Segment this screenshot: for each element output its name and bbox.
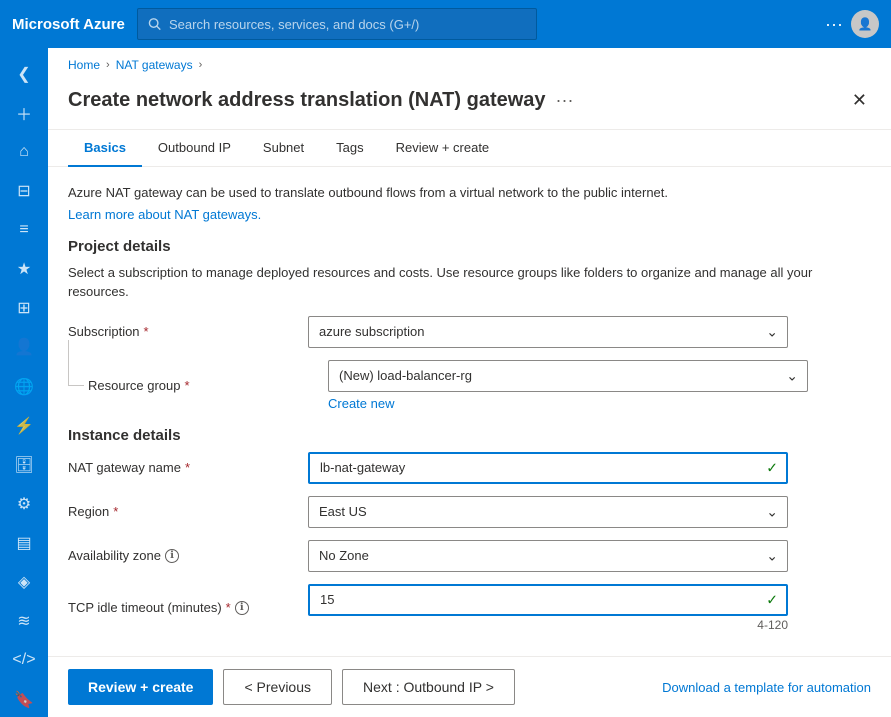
region-row: Region * East US (68, 496, 871, 528)
instance-details-title: Instance details (68, 427, 871, 444)
main-layout: ❮ ＋ ⌂ ⊟ ≡ ★ ⊞ 👤 🌐 ⚡ 🗄 ⚙ ▤ ◈ ≋ </> 🔖 Home… (0, 48, 891, 717)
search-icon (148, 17, 161, 31)
form-area: Azure NAT gateway can be used to transla… (48, 167, 891, 656)
resource-group-container: Resource group * (New) load-balancer-rg … (68, 360, 871, 411)
breadcrumb: Home › NAT gateways › (48, 48, 891, 78)
review-create-button[interactable]: Review + create (68, 669, 213, 705)
region-required: * (113, 504, 118, 519)
dialog-title: Create network address translation (NAT)… (68, 89, 546, 112)
subscription-select[interactable]: azure subscription (308, 316, 788, 348)
nat-gateway-name-input[interactable] (308, 452, 788, 484)
search-input[interactable] (169, 17, 526, 32)
tcp-timeout-required: * (226, 600, 231, 615)
breadcrumb-home[interactable]: Home (68, 58, 100, 72)
tcp-idle-hint: 4-120 (308, 618, 788, 632)
subscription-label: Subscription * (68, 324, 308, 339)
create-new-link[interactable]: Create new (328, 396, 808, 411)
tcp-idle-timeout-row: TCP idle timeout (minutes) * ℹ ✓ 4-120 (68, 584, 871, 632)
nat-gateway-name-check-icon: ✓ (766, 459, 778, 476)
subscription-control: azure subscription (308, 316, 788, 348)
breadcrumb-sep2: › (199, 59, 203, 71)
sidebar-settings[interactable]: ⚙ (2, 486, 46, 521)
tab-tags[interactable]: Tags (320, 130, 379, 167)
tcp-idle-timeout-label: TCP idle timeout (minutes) * ℹ (68, 600, 308, 615)
tcp-idle-timeout-check-icon: ✓ (766, 591, 778, 608)
sidebar-monitor[interactable]: ▤ (2, 526, 46, 561)
nat-name-required: * (185, 460, 190, 475)
tcp-idle-timeout-input[interactable] (308, 584, 788, 616)
nat-gateway-name-label: NAT gateway name * (68, 460, 308, 475)
availability-zone-control: No Zone (308, 540, 788, 572)
project-details-desc: Select a subscription to manage deployed… (68, 263, 871, 302)
footer: Review + create < Previous Next : Outbou… (48, 656, 891, 717)
sidebar-menu[interactable]: ≡ (2, 213, 46, 248)
resource-group-control: (New) load-balancer-rg Create new (328, 360, 808, 411)
sidebar-bookmark[interactable]: 🔖 (2, 682, 46, 717)
region-select[interactable]: East US (308, 496, 788, 528)
next-button[interactable]: Next : Outbound IP > (342, 669, 515, 705)
sidebar-home[interactable]: ⌂ (2, 134, 46, 169)
dialog-more-icon[interactable]: ··· (556, 90, 574, 111)
sidebar-favorites[interactable]: ★ (2, 252, 46, 287)
tab-subnet[interactable]: Subnet (247, 130, 320, 167)
dialog-header: Create network address translation (NAT)… (48, 78, 891, 130)
sidebar-lightning[interactable]: ⚡ (2, 408, 46, 443)
search-bar[interactable] (137, 8, 537, 40)
topbar-right: ··· 👤 (825, 10, 879, 38)
region-control: East US (308, 496, 788, 528)
availability-zone-select-wrapper: No Zone (308, 540, 788, 572)
brand-name: Microsoft Azure (12, 16, 125, 33)
breadcrumb-sep1: › (106, 59, 110, 71)
tab-review-create[interactable]: Review + create (380, 130, 506, 167)
sidebar-dashboard[interactable]: ⊟ (2, 173, 46, 208)
previous-button[interactable]: < Previous (223, 669, 332, 705)
sidebar-database[interactable]: 🗄 (2, 447, 46, 482)
nat-gateway-name-control: ✓ (308, 452, 788, 484)
close-button[interactable]: ✕ (848, 86, 871, 115)
subscription-select-wrapper: azure subscription (308, 316, 788, 348)
availability-zone-select[interactable]: No Zone (308, 540, 788, 572)
content-area: Home › NAT gateways › Create network add… (48, 48, 891, 717)
sidebar-collapse[interactable]: ❮ (2, 56, 46, 91)
tcp-idle-timeout-info-icon[interactable]: ℹ (235, 601, 249, 615)
avatar[interactable]: 👤 (851, 10, 879, 38)
tab-basics[interactable]: Basics (68, 130, 142, 167)
subscription-required: * (144, 324, 149, 339)
sidebar-layers[interactable]: ≋ (2, 604, 46, 639)
availability-zone-label: Availability zone ℹ (68, 548, 308, 563)
tab-outbound-ip[interactable]: Outbound IP (142, 130, 247, 167)
subscription-row: Subscription * azure subscription (68, 316, 871, 348)
sidebar-code[interactable]: </> (2, 643, 46, 678)
dialog-title-row: Create network address translation (NAT)… (68, 89, 574, 112)
sidebar-globe[interactable]: 🌐 (2, 369, 46, 404)
nat-gateway-name-row: NAT gateway name * ✓ (68, 452, 871, 484)
topbar-more-icon[interactable]: ··· (825, 14, 843, 35)
sidebar: ❮ ＋ ⌂ ⊟ ≡ ★ ⊞ 👤 🌐 ⚡ 🗄 ⚙ ▤ ◈ ≋ </> 🔖 (0, 48, 48, 717)
resource-group-select-wrapper: (New) load-balancer-rg (328, 360, 808, 392)
learn-more-link[interactable]: Learn more about NAT gateways. (68, 207, 261, 222)
download-template-link[interactable]: Download a template for automation (662, 680, 871, 695)
availability-zone-row: Availability zone ℹ No Zone (68, 540, 871, 572)
sidebar-users[interactable]: 👤 (2, 330, 46, 365)
tcp-idle-timeout-control: ✓ 4-120 (308, 584, 788, 632)
topbar: Microsoft Azure ··· 👤 (0, 0, 891, 48)
region-label: Region * (68, 504, 308, 519)
sidebar-grid[interactable]: ⊞ (2, 291, 46, 326)
project-details-title: Project details (68, 238, 871, 255)
availability-zone-info-icon[interactable]: ℹ (165, 549, 179, 563)
resource-group-required: * (185, 378, 190, 393)
resource-group-select[interactable]: (New) load-balancer-rg (328, 360, 808, 392)
tabs-bar: Basics Outbound IP Subnet Tags Review + … (48, 130, 891, 167)
tcp-idle-timeout-input-wrapper: ✓ (308, 584, 788, 616)
info-text: Azure NAT gateway can be used to transla… (68, 183, 871, 203)
sidebar-add[interactable]: ＋ (2, 95, 46, 130)
breadcrumb-nat[interactable]: NAT gateways (116, 58, 193, 72)
resource-group-label: Resource group * (88, 378, 328, 393)
region-select-wrapper: East US (308, 496, 788, 528)
sidebar-diamond[interactable]: ◈ (2, 565, 46, 600)
nat-gateway-name-input-wrapper: ✓ (308, 452, 788, 484)
resource-group-row: Resource group * (New) load-balancer-rg … (68, 360, 871, 411)
